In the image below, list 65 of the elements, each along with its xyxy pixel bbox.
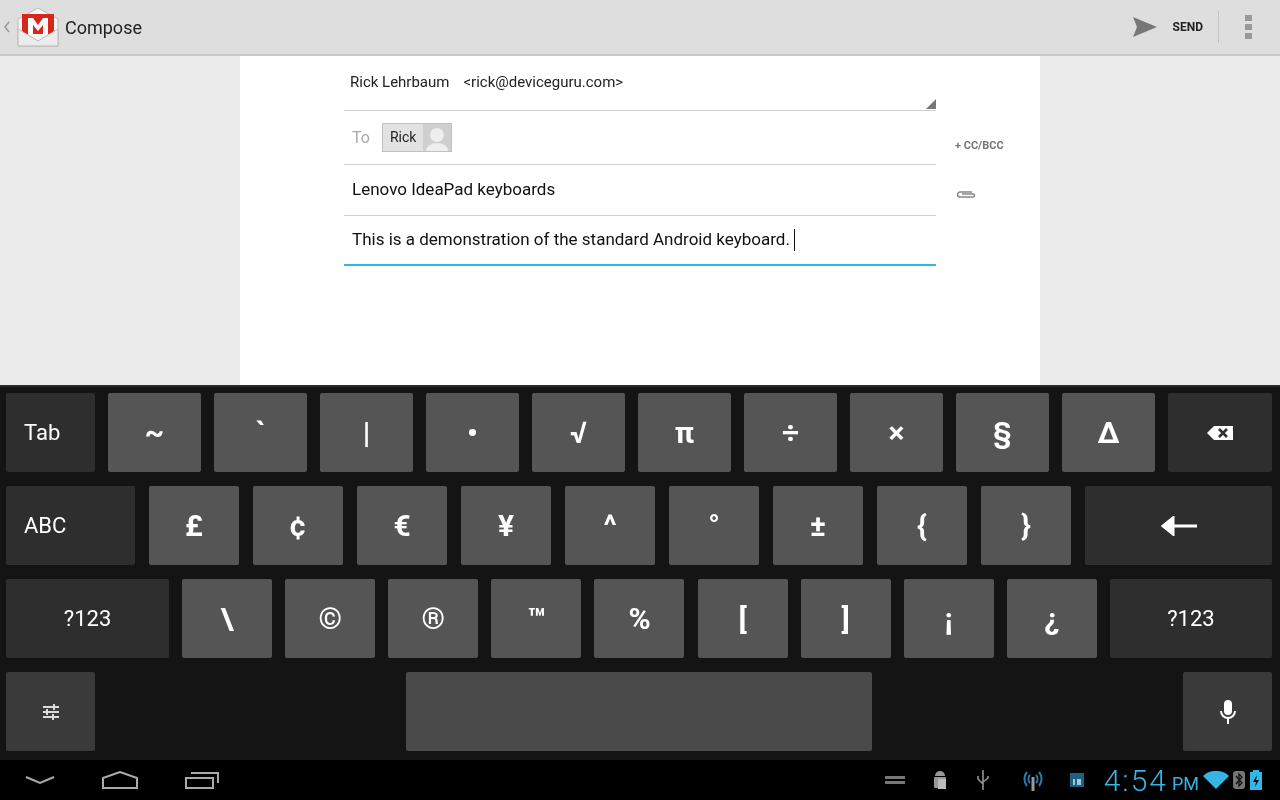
- notification-square-icon: [1069, 773, 1084, 787]
- bluetooth-icon: [1233, 771, 1245, 789]
- key[interactable]: Δ: [1062, 393, 1155, 472]
- key[interactable]: £: [149, 486, 239, 565]
- key[interactable]: ?123: [1109, 579, 1272, 658]
- key[interactable]: [: [697, 579, 788, 658]
- key[interactable]: |: [320, 393, 413, 472]
- key[interactable]: %: [594, 579, 685, 658]
- clock-ampm: PM: [1171, 771, 1199, 796]
- key[interactable]: \: [182, 579, 273, 658]
- key[interactable]: •: [426, 393, 519, 472]
- key[interactable]: °: [669, 486, 759, 565]
- hide-keyboard-icon[interactable]: [25, 775, 55, 785]
- sender-email: <rick@deviceguru.com>: [463, 71, 624, 93]
- mail-logo-icon[interactable]: [16, 5, 60, 49]
- key[interactable]: √: [532, 393, 625, 472]
- cc-bcc-link[interactable]: + CC/BCC: [955, 138, 1004, 155]
- send-arrow-icon: [1132, 17, 1157, 37]
- key[interactable]: ¡: [903, 579, 994, 658]
- wifi-icon: [1203, 771, 1229, 789]
- key[interactable]: ×: [850, 393, 943, 472]
- microphone-key[interactable]: [1183, 672, 1272, 751]
- key[interactable]: ]: [800, 579, 891, 658]
- body-text: This is a demonstration of the standard Android keyboard.: [352, 228, 790, 252]
- recent-apps-icon[interactable]: [185, 771, 219, 789]
- key[interactable]: ©: [285, 579, 376, 658]
- microphone-icon: [1219, 698, 1236, 725]
- key[interactable]: ^: [565, 486, 655, 565]
- dropdown-triangle-icon: [926, 99, 936, 109]
- avatar-icon: [423, 124, 452, 151]
- backspace-icon: [1206, 424, 1234, 441]
- key[interactable]: ?123: [6, 579, 169, 658]
- sliders-icon: [41, 702, 60, 721]
- key[interactable]: {: [877, 486, 967, 565]
- usb-icon: [976, 770, 989, 790]
- paperclip-icon[interactable]: [956, 190, 976, 199]
- recipient-chip[interactable]: Rick: [381, 123, 453, 152]
- clock-time: 4:54: [1103, 761, 1168, 800]
- key[interactable]: €: [357, 486, 447, 565]
- send-button[interactable]: SEND: [1128, 7, 1207, 47]
- key[interactable]: `: [214, 393, 307, 472]
- body-field[interactable]: This is a demonstration of the standard Android keyboard.: [344, 216, 936, 266]
- key[interactable]: ÷: [744, 393, 837, 472]
- key[interactable]: ¢: [253, 486, 343, 565]
- sender-name: Rick Lehrbaum: [350, 71, 450, 93]
- key[interactable]: Tab: [6, 393, 95, 472]
- key[interactable]: }: [981, 486, 1071, 565]
- key[interactable]: ¿: [1006, 579, 1097, 658]
- key[interactable]: §: [956, 393, 1049, 472]
- key[interactable]: ABC: [6, 486, 135, 565]
- key[interactable]: ™: [491, 579, 582, 658]
- battery-charging-icon: [1250, 770, 1262, 790]
- from-field[interactable]: Rick Lehrbaum <rick@deviceguru.com>: [344, 56, 936, 111]
- key[interactable]: ¥: [461, 486, 551, 565]
- backspace-key[interactable]: [1168, 393, 1272, 472]
- to-field[interactable]: To Rick: [344, 111, 936, 165]
- subject-field[interactable]: Lenovo IdeaPad keyboards: [344, 165, 936, 216]
- key[interactable]: ±: [773, 486, 863, 565]
- key[interactable]: ®: [388, 579, 479, 658]
- to-label: To: [352, 126, 370, 149]
- home-icon[interactable]: [102, 771, 139, 789]
- key[interactable]: ~: [108, 393, 201, 472]
- screen-title: Compose: [65, 15, 142, 40]
- enter-arrow-icon: [1160, 515, 1197, 536]
- key[interactable]: π: [638, 393, 731, 472]
